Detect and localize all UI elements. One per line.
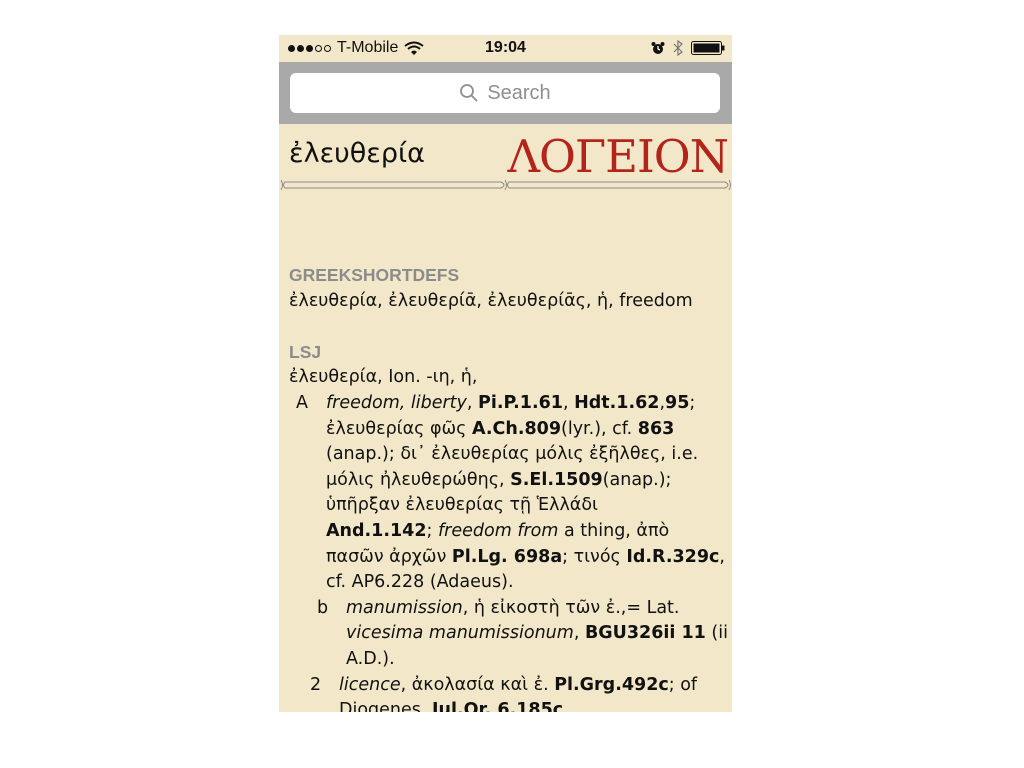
sense-a-line: ἐλευθερίας φῶς A.Ch.809(lyr.), cf. 863 <box>326 417 729 443</box>
citation-link[interactable]: S.El.1509 <box>510 470 603 490</box>
citation-link[interactable]: Jul.Or. 6.185c <box>432 700 563 712</box>
sense-marker: A <box>296 392 308 413</box>
search-icon <box>460 84 478 102</box>
text: ἐλευθερίας φῶς <box>326 418 472 439</box>
text: μόλις ἠλευθερώθης, <box>326 469 511 490</box>
gloss-text: freedom, liberty <box>326 392 467 413</box>
bluetooth-icon <box>673 40 683 56</box>
citation-link[interactable]: Hdt.1.62 <box>574 393 659 413</box>
sense-2-line: Diogenes, Jul.Or. 6.185c. <box>339 698 729 712</box>
citation-link[interactable]: Pl.Lg. 698a <box>452 547 562 567</box>
gloss-text: freedom from <box>438 520 559 541</box>
sense-b-line: A.D.). <box>346 647 729 673</box>
sense-a-line: cf. AP6.228 (Adaeus). <box>326 570 729 596</box>
search-input[interactable]: Search <box>290 73 720 113</box>
text: (anap.); <box>602 469 672 490</box>
text: πασῶν ἀρχῶν <box>326 546 452 567</box>
text: , ἡ εἰκοστὴ τῶν ἐ.,= Lat. <box>462 597 680 618</box>
citation-link[interactable]: 95 <box>665 393 689 413</box>
sense-marker: b <box>317 597 329 618</box>
section-label-lsj: LSJ <box>289 341 322 362</box>
lemma-title: ἐλευθερία <box>289 138 425 169</box>
text: cf. AP6.228 (Adaeus). <box>326 572 514 593</box>
section-label-greekshortdefs: GREEKSHORTDEFS <box>289 265 460 285</box>
text: ὑπῆρξαν ἐλευθερίας τῇ Ἑλλάδι <box>326 495 598 516</box>
sense-a-line: (anap.); δι᾽ ἐλευθερίας μόλις ἐξῆλθες, i… <box>326 442 729 468</box>
text: , <box>573 623 585 644</box>
short-definition: ἐλευθερία, ἐλευθερίᾱ, ἐλευθερίᾱς, ἡ, fre… <box>289 290 693 311</box>
citation-link[interactable]: Pi.P.1.61 <box>478 393 563 413</box>
sense-a-line: And.1.142; freedom from a thing, ἀπὸ <box>326 519 729 545</box>
sense-a-line: ὑπῆρξαν ἐλευθερίας τῇ Ἑλλάδι <box>326 493 729 519</box>
alarm-icon <box>651 42 665 54</box>
text: , ἀκολασία καὶ ἐ. <box>400 674 555 695</box>
lsj-headword-line: ἐλευθερία, Ion. -ιη, ἡ, <box>289 367 478 388</box>
citation-link[interactable]: 863 <box>638 419 675 439</box>
text: ; of <box>668 674 698 695</box>
sense-a: Afreedom, liberty, Pi.P.1.61, Hdt.1.62, 9… <box>289 391 729 596</box>
battery-icon <box>691 41 725 55</box>
text: a thing, ἀπὸ <box>558 520 670 541</box>
text: (lyr.), cf. <box>561 418 638 439</box>
sense-a-line: Afreedom, liberty, Pi.P.1.61, Hdt.1.62,9… <box>296 391 729 417</box>
text: , <box>466 392 479 413</box>
sense-b-line: b manumission, ἡ εἰκοστὴ τῶν ἐ.,= Lat. <box>317 596 729 622</box>
sense-a-line: πασῶν ἀρχῶν Pl.Lg. 698a; τινός Id.R.329c… <box>326 545 729 571</box>
entry-header: ἐλευθερία ΛΟΓΕΙΟΝ <box>279 124 732 196</box>
text: ; <box>689 392 696 413</box>
citation-link[interactable]: Pl.Grg.492c <box>554 675 669 695</box>
text: ; τινός <box>562 546 627 567</box>
search-bar: Search <box>279 62 732 124</box>
text: (anap.); δι᾽ ἐλευθερίας μόλις ἐξῆλθες, i… <box>326 444 699 465</box>
citation-link[interactable]: A.Ch.809 <box>472 419 561 439</box>
sense-marker: 2 <box>310 674 322 695</box>
citation-link[interactable]: Id.R.329c <box>626 547 719 567</box>
sense-2-line: 2 licence, ἀκολασία καὶ ἐ. Pl.Grg.492c; o… <box>310 673 729 699</box>
gloss-text: licence <box>339 674 401 695</box>
phone-screen: T-Mobile 19:04 Search ἐλευθερία ΛΟΓΕΙΟΝ … <box>279 35 732 712</box>
sense-a-line: μόλις ἠλευθερώθης, S.El.1509(anap.); <box>326 468 729 494</box>
text: . <box>563 700 569 712</box>
dictionary-content: GREEKSHORTDEFS ἐλευθερία, ἐλευθερίᾱ, ἐλε… <box>289 263 729 712</box>
text: , <box>719 546 725 567</box>
citation-link[interactable]: And.1.142 <box>326 521 427 541</box>
gloss-text: manumission <box>346 597 463 618</box>
text: A.D.). <box>346 648 395 669</box>
search-placeholder: Search <box>487 81 551 104</box>
text: ; <box>426 520 438 541</box>
gloss-text: vicesima manumissionum <box>346 623 574 644</box>
sense-b: b manumission, ἡ εἰκοστὴ τῶν ἐ.,= Lat. vi… <box>289 596 729 673</box>
status-bar: T-Mobile 19:04 <box>279 35 732 62</box>
sense-2: 2 licence, ἀκολασία καὶ ἐ. Pl.Grg.492c; o… <box>289 673 729 713</box>
text: (ii <box>705 623 728 644</box>
text: , <box>562 392 575 413</box>
citation-link[interactable]: BGU326ii 11 <box>585 623 706 643</box>
ornamental-divider <box>280 179 731 191</box>
sense-b-line: vicesima manumissionum, BGU326ii 11 (ii <box>346 621 729 647</box>
logeion-logo: ΛΟΓΕΙΟΝ <box>507 130 729 183</box>
text: Diogenes, <box>339 700 433 712</box>
